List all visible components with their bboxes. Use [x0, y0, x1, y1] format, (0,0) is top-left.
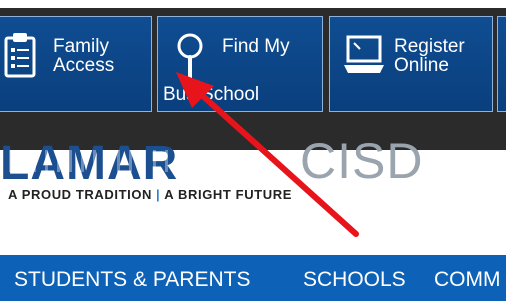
register-online-label-line2: Online: [394, 55, 449, 76]
tagline-right: A BRIGHT FUTURE: [164, 187, 292, 202]
partial-quick-link-tile[interactable]: [497, 16, 506, 112]
nav-schools[interactable]: SCHOOLS: [303, 269, 406, 291]
nav-community[interactable]: COMM: [434, 269, 501, 291]
family-access-label: Family Access: [53, 37, 114, 75]
register-online-tile[interactable]: Register Online: [329, 16, 493, 112]
magnifier-icon: [176, 33, 210, 86]
logo-tagline: A PROUD TRADITION | A BRIGHT FUTURE: [8, 187, 292, 202]
logo-stripes: [0, 150, 300, 172]
register-online-label: Register Online: [394, 37, 465, 75]
main-navigation: STUDENTS & PARENTS SCHOOLS COMM: [0, 252, 506, 301]
nav-students-parents[interactable]: STUDENTS & PARENTS: [14, 269, 250, 291]
district-logo[interactable]: LAMAR CISD A PROUD TRADITION | A BRIGHT FU…: [0, 133, 506, 250]
family-access-tile[interactable]: Family Access: [0, 16, 152, 112]
family-access-label-line2: Access: [53, 55, 115, 76]
logo-suffix: CISD: [300, 133, 424, 189]
laptop-icon: [342, 33, 386, 82]
family-access-label-line1: Family: [53, 36, 109, 57]
tagline-left: A PROUD TRADITION: [8, 187, 153, 202]
find-my-label: Find My: [222, 36, 290, 57]
clipboard-icon: [3, 32, 37, 83]
bus-school-label: Bus/School: [163, 84, 260, 105]
quick-links-bar: Family Access Find My Bus/School Registe…: [0, 0, 506, 150]
tagline-separator: |: [156, 187, 161, 202]
find-my-bus-school-tile[interactable]: Find My Bus/School: [157, 16, 323, 112]
register-online-label-line1: Register: [394, 36, 465, 57]
